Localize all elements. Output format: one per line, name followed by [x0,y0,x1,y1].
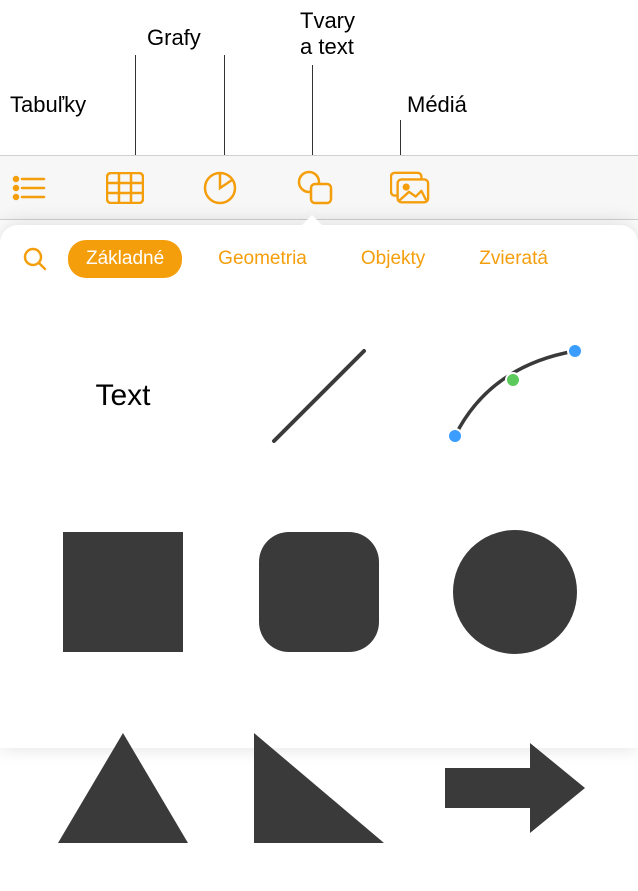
callout-tables: Tabuľky [10,92,86,118]
shape-icon [296,170,334,206]
right-triangle-shape-icon [249,728,389,848]
callouts-area: Tabuľky Grafy Tvary a text Médiá [0,0,638,155]
shape-circle[interactable] [432,509,598,675]
rounded-square-shape-icon [254,527,384,657]
media-icon [390,171,430,205]
callout-line [312,65,313,155]
chart-button[interactable] [200,168,240,208]
shape-triangle[interactable] [40,705,206,871]
square-shape-icon [58,527,188,657]
table-button[interactable] [105,168,145,208]
table-icon [106,172,144,204]
media-button[interactable] [390,168,430,208]
curve-shape-icon [440,336,590,456]
shape-square[interactable] [40,509,206,675]
shape-text[interactable]: Text [40,313,206,479]
shape-rounded-square[interactable] [236,509,402,675]
callout-line [224,55,225,155]
arrow-shape-icon [440,738,590,838]
callout-shapes-text: Tvary a text [300,8,355,61]
toolbar [0,155,638,220]
text-shape-label: Text [95,379,150,413]
callout-line [400,120,401,155]
popover-arrow-icon [302,215,322,225]
shape-button[interactable] [295,168,335,208]
callout-line [135,55,136,155]
outline-button[interactable] [10,168,50,208]
shape-curve[interactable] [432,313,598,479]
tab-objects[interactable]: Objekty [343,240,443,278]
shape-arrow[interactable] [432,705,598,871]
tab-animals[interactable]: Zvieratá [461,240,566,278]
shapes-popover: Základné Geometria Objekty Zvieratá Text [0,225,638,748]
shapes-grid: Text [0,293,638,891]
popover-tabs: Základné Geometria Objekty Zvieratá [0,225,638,293]
chart-icon [202,170,238,206]
circle-shape-icon [450,527,580,657]
tab-geometry[interactable]: Geometria [200,240,325,278]
callout-media: Médiá [407,92,467,118]
callout-charts: Grafy [147,25,201,51]
search-icon [22,246,48,272]
outline-icon [12,174,48,202]
shape-right-triangle[interactable] [236,705,402,871]
line-shape-icon [254,331,384,461]
tab-basic[interactable]: Základné [68,240,182,278]
search-button[interactable] [20,244,50,274]
triangle-shape-icon [53,728,193,848]
shape-line[interactable] [236,313,402,479]
